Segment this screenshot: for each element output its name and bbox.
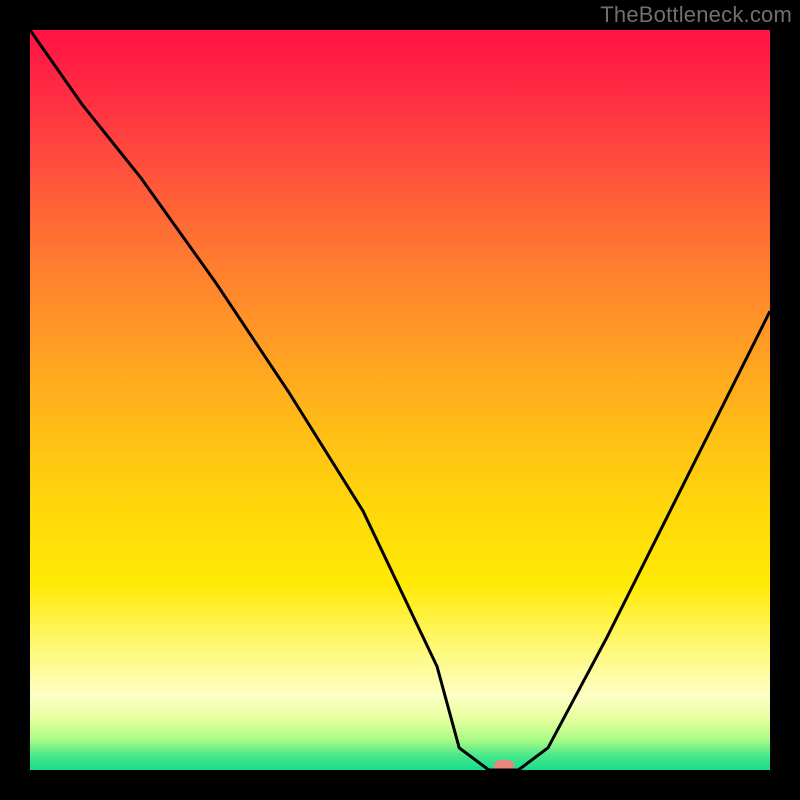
watermark-text: TheBottleneck.com bbox=[600, 2, 792, 28]
chart-stage: TheBottleneck.com bbox=[0, 0, 800, 800]
bottleneck-curve-path bbox=[30, 30, 770, 770]
plot-area bbox=[30, 30, 770, 770]
curve-svg bbox=[30, 30, 770, 770]
